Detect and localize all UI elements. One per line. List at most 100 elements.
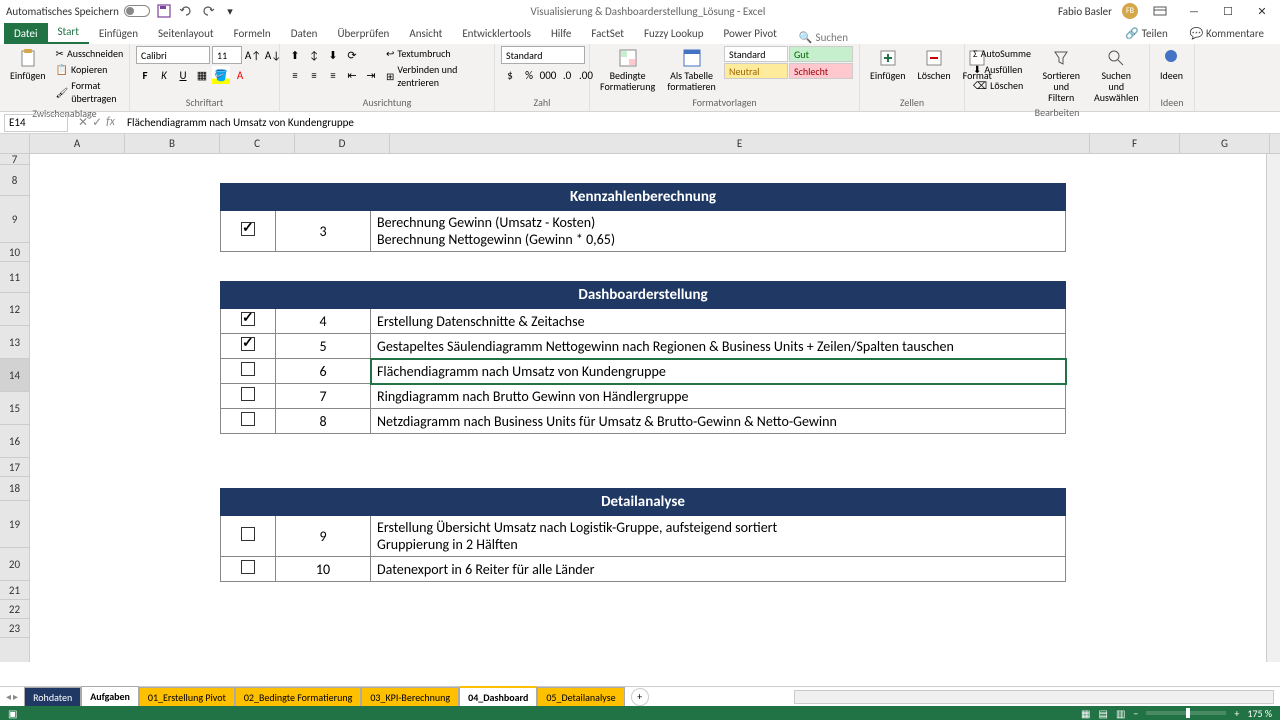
record-macro-icon[interactable]: ▣ [8,707,17,720]
view-normal-icon[interactable]: ▦ [1081,707,1090,720]
task-8[interactable]: Netzdiagramm nach Business Units für Ums… [371,409,1066,434]
align-center-icon[interactable]: ≡ [305,66,323,84]
num-5[interactable]: 5 [276,334,371,359]
cells-area[interactable]: Kennzahlenberechnung 3 Berechnung Gewinn… [30,154,1280,662]
row-header-9[interactable]: 9 [0,196,29,243]
row-header-8[interactable]: 8 [0,165,29,196]
tab-einfugen[interactable]: Einfügen [89,23,148,44]
task-7[interactable]: Ringdiagramm nach Brutto Gewinn von Händ… [371,384,1066,409]
tab-start[interactable]: Start [48,21,89,44]
sheet-tab-01[interactable]: 01_Erstellung Pivot [139,687,235,707]
task-10[interactable]: Datenexport in 6 Reiter für alle Länder [371,557,1066,582]
wrap-text-button[interactable]: ↩ Textumbruch [384,46,488,61]
task-6-selected[interactable]: Flächendiagramm nach Umsatz von Kundengr… [371,359,1066,384]
add-sheet-button[interactable]: + [631,688,649,706]
col-header-g[interactable]: G [1180,134,1270,153]
align-right-icon[interactable]: ≡ [324,66,342,84]
accept-formula-icon[interactable]: ✓ [92,115,102,130]
indent-dec-icon[interactable]: ⇤ [343,66,361,84]
undo-icon[interactable] [178,3,194,19]
currency-icon[interactable]: $ [501,66,519,84]
sheet-tab-05[interactable]: 05_Detailanalyse [537,687,624,707]
col-header-a[interactable]: A [30,134,125,153]
tab-hilfe[interactable]: Hilfe [541,23,581,44]
col-header-d[interactable]: D [295,134,390,153]
tab-entwicklertools[interactable]: Entwicklertools [452,23,541,44]
autosave-toggle[interactable]: Automatisches Speichern [6,5,150,18]
align-bottom-icon[interactable]: ⬇ [324,46,342,64]
minimize-icon[interactable]: — [1182,3,1206,19]
row-header-17[interactable]: 17 [0,458,29,477]
row-header-18[interactable]: 18 [0,477,29,501]
row-header-16[interactable]: 16 [0,425,29,458]
merge-button[interactable]: ⊞ Verbinden und zentrieren [384,62,488,90]
italic-button[interactable]: K [155,66,173,84]
close-icon[interactable]: ✕ [1250,3,1274,19]
bold-button[interactable]: F [136,66,154,84]
cond-format-button[interactable]: Bedingte Formatierung [596,46,659,94]
zoom-in-icon[interactable]: + [1234,707,1239,720]
num-8[interactable]: 8 [276,409,371,434]
style-gut[interactable]: Gut [789,46,853,62]
row-header-10[interactable]: 10 [0,243,29,262]
comments-button[interactable]: 💬 Kommentare [1180,23,1274,44]
zoom-level[interactable]: 175 % [1247,707,1272,720]
number-format-select[interactable]: Standard [501,46,585,64]
tab-fuzzy[interactable]: Fuzzy Lookup [634,23,714,44]
share-button[interactable]: 🔗 Teilen [1115,23,1177,44]
sheet-tab-aufgaben[interactable]: Aufgaben [81,686,139,708]
tab-factset[interactable]: FactSet [581,23,634,44]
task-4[interactable]: Erstellung Datenschnitte & Zeitachse [371,309,1066,334]
formula-input[interactable]: Flächendiagramm nach Umsatz von Kundengr… [121,116,1280,129]
check-7[interactable] [221,384,276,409]
task-3[interactable]: Berechnung Gewinn (Umsatz - Kosten) Bere… [371,211,1066,252]
sheet-nav-first-icon[interactable]: ◂ [6,690,11,703]
col-header-c[interactable]: C [220,134,295,153]
paste-button[interactable]: Einfügen [6,46,50,83]
sheet-tab-04[interactable]: 04_Dashboard [459,686,537,707]
select-all-corner[interactable] [0,134,30,154]
redo-icon[interactable] [200,3,216,19]
sort-filter-button[interactable]: Sortieren und Filtern [1037,46,1086,105]
tab-daten[interactable]: Daten [281,23,328,44]
style-schlecht[interactable]: Schlecht [789,63,853,79]
format-painter-button[interactable]: 🖌 Format übertragen [54,78,126,106]
inc-decimal-icon[interactable]: .0 [558,66,576,84]
indent-inc-icon[interactable]: ⇥ [362,66,380,84]
insert-cells-button[interactable]: Einfügen [866,46,910,83]
row-header-19[interactable]: 19 [0,501,29,548]
sheet-tab-03[interactable]: 03_KPI-Berechnung [361,687,459,707]
row-header-7[interactable]: 7 [0,154,29,165]
row-header-20[interactable]: 20 [0,548,29,581]
sheet-tab-02[interactable]: 02_Bedingte Formatierung [235,687,362,707]
cut-button[interactable]: ✂ Ausschneiden [54,46,126,61]
border-button[interactable]: ▦ [193,66,211,84]
row-header-14[interactable]: 14 [0,359,29,392]
check-10[interactable] [221,557,276,582]
vertical-scrollbar[interactable] [1266,154,1280,662]
tab-formeln[interactable]: Formeln [224,23,281,44]
num-3[interactable]: 3 [276,211,371,252]
fill-color-button[interactable]: 🪣 [212,66,230,84]
align-middle-icon[interactable]: ↕ [305,46,323,64]
clear-button[interactable]: ⌫ Löschen [971,78,1033,93]
align-top-icon[interactable]: ⬆ [286,46,304,64]
row-header-22[interactable]: 22 [0,600,29,619]
check-3[interactable] [221,211,276,252]
tab-seitenlayout[interactable]: Seitenlayout [148,23,224,44]
tab-uberprufen[interactable]: Überprüfen [327,23,399,44]
col-header-b[interactable]: B [125,134,220,153]
fill-button[interactable]: ⬇ Ausfüllen [971,62,1033,77]
find-select-button[interactable]: Suchen und Auswählen [1089,46,1143,105]
horizontal-scrollbar[interactable] [794,690,1274,704]
col-header-e[interactable]: E [390,134,1090,153]
check-6[interactable] [221,359,276,384]
delete-cells-button[interactable]: Löschen [914,46,955,83]
num-6[interactable]: 6 [276,359,371,384]
task-5[interactable]: Gestapeltes Säulendiagramm Nettogewinn n… [371,334,1066,359]
check-8[interactable] [221,409,276,434]
row-header-21[interactable]: 21 [0,581,29,600]
sheet-nav-last-icon[interactable]: ▸ [13,690,18,703]
view-pagelayout-icon[interactable]: ▤ [1099,707,1108,720]
zoom-out-icon[interactable]: − [1133,707,1138,720]
